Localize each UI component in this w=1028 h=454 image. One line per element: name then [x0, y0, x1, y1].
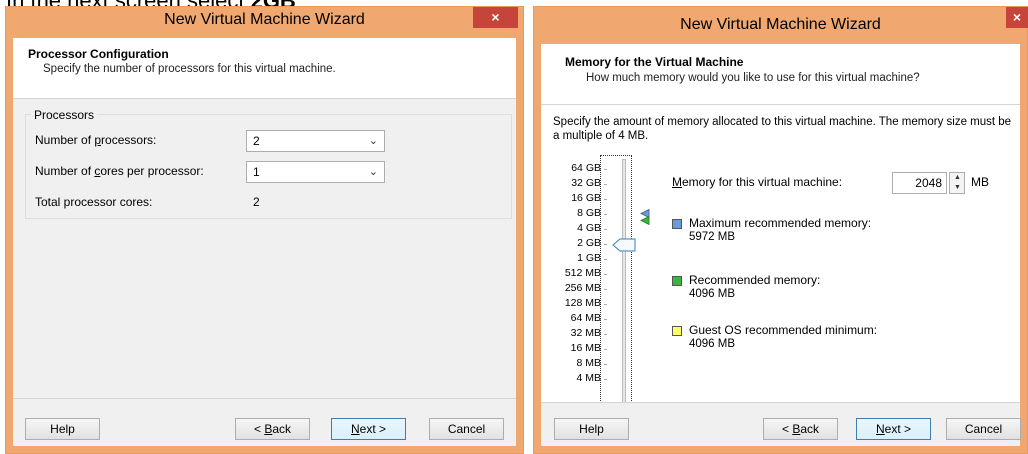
title-bar[interactable]: New Virtual Machine Wizard ×: [534, 7, 1028, 37]
scale-tick: [604, 364, 607, 365]
scale-label: 64 MB: [570, 312, 601, 324]
max-memory-label: Maximum recommended memory:: [689, 216, 872, 230]
memory-field-label: Memory for this virtual machine:: [672, 175, 843, 189]
cores-per-processor-select[interactable]: 1 ⌄: [246, 161, 385, 183]
recommended-memory-label: Recommended memory:: [689, 273, 821, 287]
help-button[interactable]: Help: [25, 418, 100, 440]
window-title: New Virtual Machine Wizard: [164, 11, 365, 28]
scale-label: 128 MB: [564, 297, 601, 309]
memory-slider-focus: [600, 155, 632, 411]
scale-tick: [604, 334, 607, 335]
spin-down-icon[interactable]: ▼: [954, 184, 961, 191]
page-subtitle: Specify the number of processors for thi…: [43, 63, 336, 75]
memory-slider-thumb[interactable]: [612, 238, 636, 252]
processors-group-legend: Processors: [31, 108, 98, 122]
scale-tick: [604, 319, 607, 320]
max-memory-swatch: [672, 219, 682, 229]
recommended-memory-marker-icon: [640, 216, 650, 225]
scale-label: 4 MB: [576, 372, 601, 384]
button-bar: Help < Back Next > Cancel: [13, 398, 516, 446]
chevron-down-icon: ⌄: [368, 166, 378, 178]
chevron-down-icon: ⌄: [368, 135, 378, 147]
scale-tick: [604, 274, 607, 275]
wizard-client: Memory for the Virtual Machine How much …: [541, 44, 1021, 446]
scale-tick: [604, 244, 607, 245]
page-title: Processor Configuration: [28, 47, 169, 61]
scale-label: 64 GB: [571, 162, 601, 174]
close-icon[interactable]: ×: [1006, 7, 1028, 28]
scale-tick: [604, 379, 607, 380]
page-subtitle: How much memory would you like to use fo…: [586, 72, 920, 84]
wizard-header: Processor Configuration Specify the numb…: [13, 38, 516, 99]
memory-wizard-window: New Virtual Machine Wizard × Memory for …: [533, 6, 1028, 454]
processor-wizard-window: New Virtual Machine Wizard × Processor C…: [5, 6, 524, 454]
scale-label: 4 GB: [577, 222, 601, 234]
memory-description: Specify the amount of memory allocated t…: [553, 116, 1012, 142]
scale-label: 1 GB: [577, 252, 601, 264]
button-bar: Help < Back Next > Cancel: [541, 402, 1021, 446]
wizard-body: Processors Number of processors: 2 ⌄ Num…: [13, 99, 516, 446]
num-processors-select[interactable]: 2 ⌄: [246, 130, 385, 152]
guest-min-memory-swatch: [672, 326, 682, 336]
cancel-button[interactable]: Cancel: [946, 418, 1021, 440]
total-cores-value: 2: [253, 195, 260, 209]
scale-tick: [604, 289, 607, 290]
scale-label: 2 GB: [577, 237, 601, 249]
back-button[interactable]: < Back: [763, 418, 838, 440]
cores-per-processor-label: Number of cores per processor:: [35, 164, 204, 178]
memory-unit-label: MB: [971, 175, 989, 189]
scale-label: 32 GB: [571, 177, 601, 189]
scale-tick: [604, 199, 607, 200]
guest-min-memory-label: Guest OS recommended minimum:: [689, 323, 878, 337]
scale-tick: [604, 259, 607, 260]
scale-label: 16 GB: [571, 192, 601, 204]
scale-tick: [604, 349, 607, 350]
recommended-memory-value: 4096 MB: [689, 288, 736, 300]
num-processors-value: 2: [253, 134, 260, 148]
title-bar[interactable]: New Virtual Machine Wizard ×: [6, 7, 523, 37]
scale-tick: [604, 229, 607, 230]
num-processors-label: Number of processors:: [35, 133, 157, 147]
wizard-header: Memory for the Virtual Machine How much …: [541, 44, 1020, 105]
spin-up-icon[interactable]: ▲: [954, 174, 961, 181]
memory-slider-track[interactable]: [622, 159, 626, 407]
help-button[interactable]: Help: [554, 418, 629, 440]
scale-label: 512 MB: [564, 267, 601, 279]
window-title: New Virtual Machine Wizard: [680, 16, 881, 33]
scale-label: 8 GB: [577, 207, 601, 219]
back-button[interactable]: < Back: [235, 418, 310, 440]
next-button[interactable]: Next >: [331, 418, 406, 440]
scale-tick: [604, 169, 607, 170]
scale-label: 16 MB: [570, 342, 601, 354]
recommended-memory-swatch: [672, 276, 682, 286]
scale-tick: [604, 184, 607, 185]
cancel-button[interactable]: Cancel: [429, 418, 504, 440]
scale-label: 32 MB: [570, 327, 601, 339]
memory-input[interactable]: 2048: [892, 172, 947, 194]
page-title: Memory for the Virtual Machine: [565, 55, 744, 69]
guest-min-memory-value: 4096 MB: [689, 338, 736, 350]
next-button[interactable]: Next >: [856, 418, 931, 440]
total-cores-label: Total processor cores:: [35, 195, 153, 209]
scale-label: 256 MB: [564, 282, 601, 294]
close-icon[interactable]: ×: [473, 7, 518, 28]
scale-label: 8 MB: [576, 357, 601, 369]
scale-tick: [604, 304, 607, 305]
wizard-client: Processor Configuration Specify the numb…: [13, 38, 516, 446]
wizard-body: Specify the amount of memory allocated t…: [541, 105, 1020, 446]
memory-spinner[interactable]: ▲ ▼: [949, 172, 965, 194]
scale-tick: [604, 214, 607, 215]
max-memory-value: 5972 MB: [689, 231, 736, 243]
cores-per-processor-value: 1: [253, 165, 260, 179]
